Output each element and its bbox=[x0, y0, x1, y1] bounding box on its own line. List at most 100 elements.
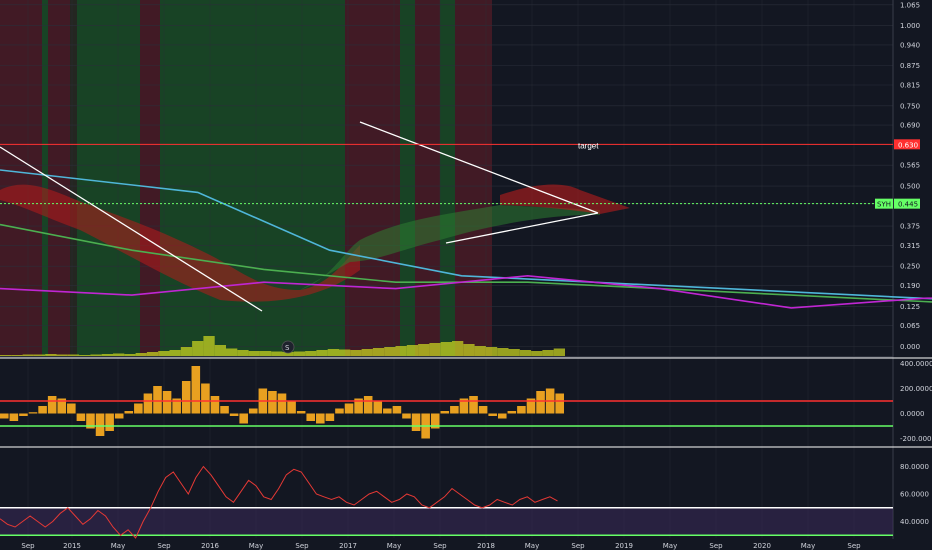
rsi-y-tick: 60.0000 bbox=[900, 491, 929, 499]
volume-bar bbox=[101, 354, 113, 356]
cci-bar bbox=[440, 411, 450, 414]
cci-bar bbox=[383, 408, 392, 414]
target-badge-text: 0.630 bbox=[898, 141, 918, 149]
price-pane: 1.065 1.000 0.940 0.875 0.815 0.750 0.690 0.630… bbox=[0, 0, 932, 550]
cci-bar bbox=[229, 413, 239, 416]
rsi-y-tick: 80.0000 bbox=[900, 463, 929, 471]
cci-pane: 400.0000 200.0000 0.0000 -200.0000 bbox=[0, 357, 932, 443]
target-label: target bbox=[578, 141, 599, 150]
volume-bar bbox=[22, 354, 34, 356]
volume-bar bbox=[237, 350, 249, 356]
price-y-tick: 0.750 bbox=[900, 102, 920, 110]
cci-bar bbox=[450, 406, 459, 414]
volume-bar bbox=[67, 354, 80, 356]
volume-bar bbox=[350, 350, 362, 356]
trend-zone-1 bbox=[42, 0, 48, 356]
cci-bar bbox=[373, 401, 383, 414]
price-y-tick: 0.815 bbox=[900, 81, 920, 89]
split-marker-text: S bbox=[285, 344, 290, 352]
trend-zone-12 bbox=[415, 0, 440, 356]
volume-bar bbox=[158, 351, 170, 356]
cci-y-tick: -200.0000 bbox=[900, 435, 932, 443]
x-tick-label: May bbox=[249, 542, 263, 550]
volume-bar bbox=[339, 349, 351, 356]
price-y-tick: 0.190 bbox=[900, 282, 920, 290]
cci-bar bbox=[507, 411, 517, 414]
chart: 1.065 1.000 0.940 0.875 0.815 0.750 0.690 0.630… bbox=[0, 0, 932, 550]
cci-bar bbox=[28, 412, 38, 414]
trend-zone-13 bbox=[440, 0, 455, 356]
volume-bar bbox=[418, 344, 430, 356]
cci-bar bbox=[536, 391, 545, 414]
price-y-tick: 0.375 bbox=[900, 223, 920, 231]
volume-bar bbox=[293, 351, 306, 356]
cci-bar bbox=[105, 413, 114, 431]
price-y-tick: 0.875 bbox=[900, 62, 920, 70]
cci-bar bbox=[469, 396, 478, 414]
volume-bar bbox=[169, 350, 181, 356]
cci-bar bbox=[325, 413, 335, 421]
cci-y-tick: 200.0000 bbox=[900, 385, 932, 393]
volume-bar bbox=[553, 348, 565, 356]
cci-bar bbox=[306, 413, 316, 421]
cci-bar bbox=[114, 413, 124, 419]
volume-bar bbox=[248, 351, 260, 356]
volume-bar bbox=[372, 348, 385, 356]
current-badge-text: 0.445 bbox=[898, 201, 918, 209]
x-tick-label: 2015 bbox=[63, 542, 81, 550]
volume-bar bbox=[135, 353, 147, 356]
price-y-tick: 0.250 bbox=[900, 263, 920, 271]
x-tick-label: Sep bbox=[21, 542, 35, 550]
volume-bar bbox=[33, 354, 46, 356]
volume-bar bbox=[463, 344, 475, 356]
cci-bar bbox=[181, 381, 191, 414]
volume-bar bbox=[90, 354, 102, 356]
cci-bar bbox=[67, 403, 76, 414]
cci-bar bbox=[248, 408, 258, 414]
cci-bar bbox=[478, 406, 488, 414]
cci-bar bbox=[124, 411, 134, 414]
trend-zone-6 bbox=[160, 0, 230, 356]
volume-bar bbox=[485, 347, 498, 356]
volume-bar bbox=[531, 351, 543, 356]
cci-bar bbox=[316, 413, 325, 424]
volume-bar bbox=[226, 348, 238, 356]
price-y-tick: 0.940 bbox=[900, 41, 920, 49]
volume-bar bbox=[56, 354, 68, 356]
volume-bar bbox=[542, 350, 554, 356]
price-y-tick: 0.125 bbox=[900, 303, 920, 311]
cci-bar bbox=[162, 391, 172, 414]
rsi-pane: 80.0000 60.0000 40.0000 bbox=[0, 446, 932, 539]
volume-bar bbox=[316, 350, 328, 356]
x-tick-label: 2020 bbox=[753, 542, 771, 550]
cci-bar bbox=[201, 383, 210, 414]
cci-bar bbox=[19, 413, 28, 416]
cci-bar bbox=[220, 406, 229, 414]
volume-bar bbox=[124, 354, 136, 356]
cci-bar bbox=[0, 413, 9, 419]
x-tick-label: Sep bbox=[295, 542, 309, 550]
price-y-tick: 0.500 bbox=[900, 183, 920, 191]
volume-bar bbox=[79, 355, 91, 356]
x-tick-label: 2019 bbox=[615, 542, 633, 550]
price-y-tick: 0.065 bbox=[900, 322, 920, 330]
cci-bar bbox=[296, 411, 306, 414]
trend-zone-10 bbox=[345, 0, 400, 356]
cci-bar bbox=[191, 366, 201, 414]
cci-bar bbox=[153, 386, 162, 414]
rsi-band bbox=[0, 507, 893, 536]
cci-bar bbox=[392, 406, 402, 414]
volume-bar bbox=[508, 349, 520, 356]
x-tick-label: 2017 bbox=[339, 542, 357, 550]
cci-bar bbox=[210, 396, 220, 414]
volume-bar bbox=[497, 348, 509, 356]
volume-bar bbox=[146, 352, 159, 356]
x-tick-label: 2016 bbox=[201, 542, 219, 550]
x-tick-label: May bbox=[801, 542, 815, 550]
volume-bar bbox=[361, 349, 373, 356]
x-tick-label: May bbox=[525, 542, 539, 550]
volume-bar bbox=[113, 353, 125, 356]
volume-bar bbox=[214, 345, 226, 356]
trend-zone-5 bbox=[140, 0, 160, 356]
x-tick-label: Sep bbox=[157, 542, 171, 550]
